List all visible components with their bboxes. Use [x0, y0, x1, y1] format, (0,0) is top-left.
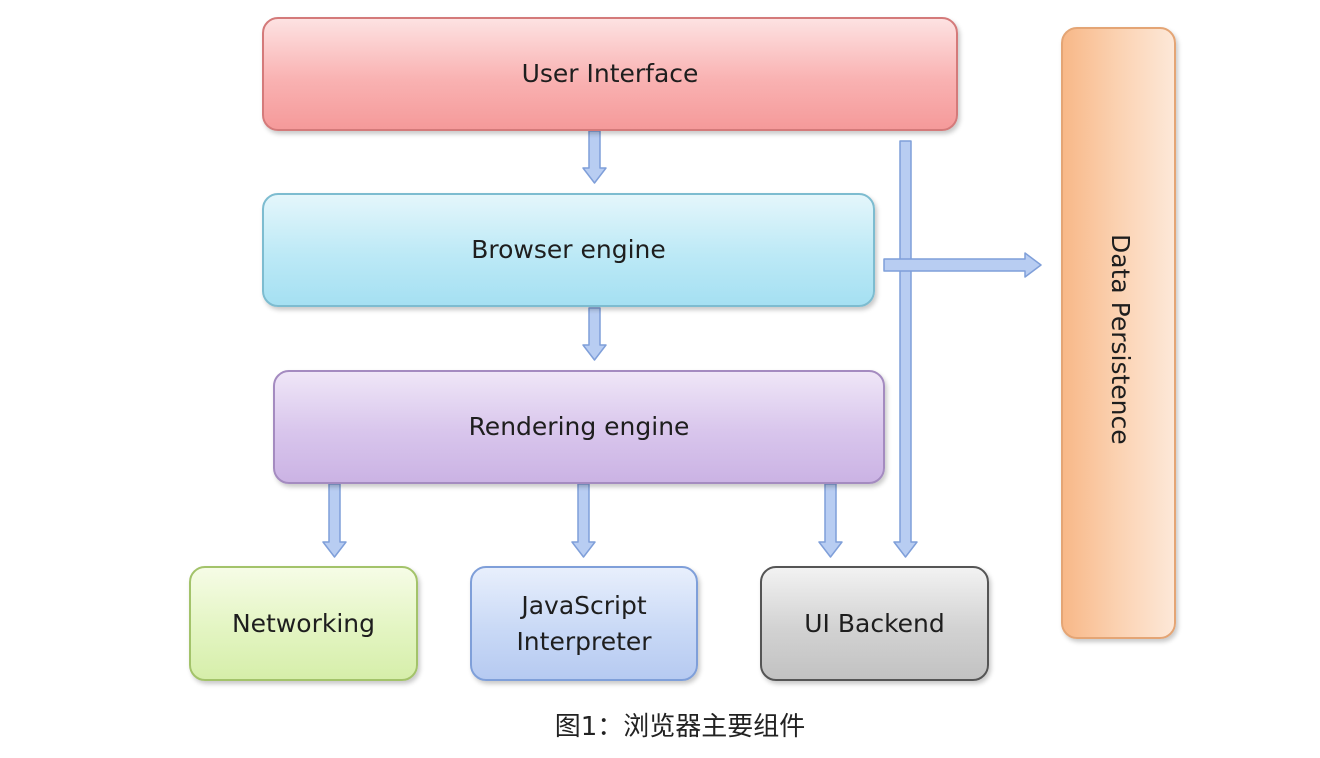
browser-engine-label: Browser engine	[471, 235, 666, 264]
javascript-interpreter-label: JavaScript Interpreter	[516, 590, 652, 656]
networking-box: Networking	[189, 566, 418, 681]
ui-backend-label: UI Backend	[804, 608, 945, 638]
arrow-rendering-engine-to-javascript-interpreter	[571, 483, 596, 558]
rendering-engine-box: Rendering engine	[273, 370, 885, 484]
data-persistence-label: Data Persistence	[1106, 234, 1135, 445]
rendering-engine-label: Rendering engine	[468, 412, 690, 441]
arrow-rendering-engine-to-ui-backend	[818, 483, 843, 558]
browser-engine-box: Browser engine	[262, 193, 875, 307]
arrow-browser-engine-to-rendering-engine	[582, 307, 607, 361]
user-interface-box: User Interface	[262, 17, 958, 131]
arrow-rendering-engine-to-networking	[322, 483, 347, 558]
data-persistence-box: Data Persistence	[1061, 27, 1176, 639]
javascript-interpreter-box: JavaScript Interpreter	[470, 566, 698, 681]
user-interface-label: User Interface	[521, 59, 699, 88]
figure-caption: 图1：浏览器主要组件	[554, 712, 806, 742]
diagram-canvas: User Interface Browser engine Rendering …	[0, 0, 1320, 758]
arrow-user-interface-to-ui-backend	[893, 140, 918, 558]
ui-backend-box: UI Backend	[760, 566, 989, 681]
networking-label: Networking	[231, 608, 376, 638]
arrow-user-interface-to-browser-engine	[582, 130, 607, 184]
